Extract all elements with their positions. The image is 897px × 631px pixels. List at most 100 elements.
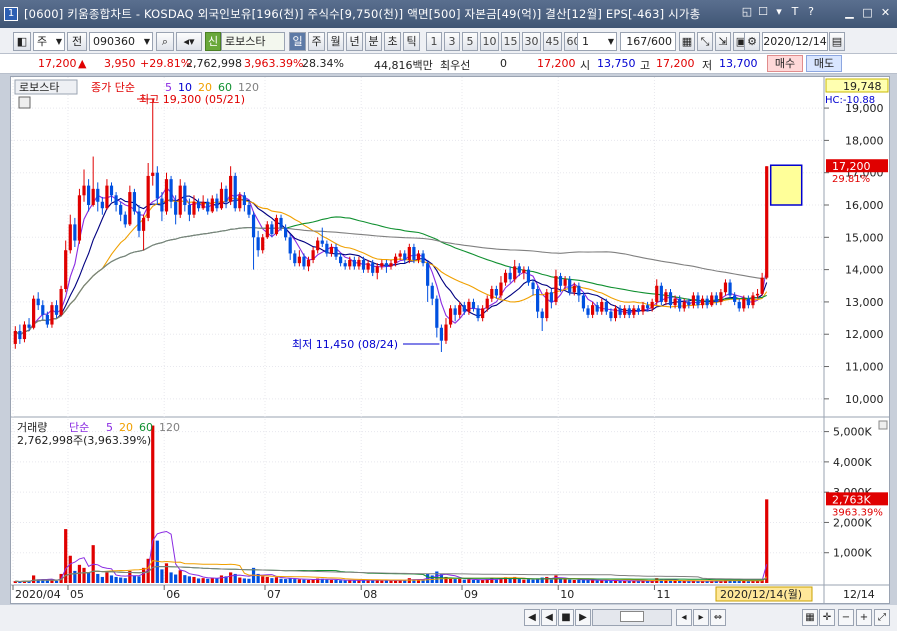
interval-btn-3[interactable]: 3: [444, 32, 460, 51]
candle-body: [306, 259, 311, 267]
prev-icon[interactable]: ◀: [541, 609, 557, 626]
zoom-out-icon[interactable]: −: [838, 609, 854, 626]
period-btn-5[interactable]: 초: [384, 32, 401, 51]
pin-icon[interactable]: ▾: [773, 5, 785, 19]
price-change: 3,950: [104, 57, 136, 70]
candle-body: [737, 301, 741, 309]
period-btn-3[interactable]: 년: [346, 32, 363, 51]
interval-btn-1[interactable]: 1: [426, 32, 442, 51]
minimize-icon[interactable]: ▁: [842, 5, 857, 20]
cursor-date: 2020/12/14(월): [720, 588, 802, 601]
candle-body: [325, 243, 329, 254]
interval-select[interactable]: 1 ▼: [577, 32, 617, 51]
settings-gear-icon[interactable]: ⚙: [744, 32, 760, 51]
fit-icon[interactable]: ⇔: [710, 609, 726, 626]
candle-body: [261, 237, 265, 251]
candle-body: [531, 282, 535, 289]
candle-body: [155, 172, 159, 199]
price-ma-label: 종가 단순: [91, 81, 135, 94]
period-btn-2[interactable]: 월: [327, 32, 344, 51]
candle-body: [201, 201, 205, 209]
candle-body: [114, 195, 118, 205]
candle-body: [513, 266, 517, 280]
close-icon[interactable]: ✕: [878, 5, 893, 20]
period-btn-4[interactable]: 분: [365, 32, 382, 51]
volume-ma-period-60: 60: [139, 421, 153, 434]
interval-btn-45[interactable]: 45: [543, 32, 562, 51]
volume-bar: [302, 579, 306, 583]
period-type-select[interactable]: 주 ▼: [33, 32, 65, 51]
date-field[interactable]: 2020/12/14: [762, 32, 828, 51]
zoom-icon[interactable]: ⇲: [715, 32, 731, 51]
maximize-icon[interactable]: □: [860, 5, 875, 20]
volume-bar: [119, 577, 123, 583]
scroll-left-icon[interactable]: ◂: [676, 609, 692, 626]
candle-body: [508, 272, 512, 280]
chart-area[interactable]: 19,000 18,000 17,000 16,000 15,000 14,000 13,0…: [10, 76, 890, 604]
search-icon[interactable]: ⌕: [156, 32, 174, 51]
crosshair-icon[interactable]: ✛: [819, 609, 835, 626]
candle-body: [426, 263, 430, 286]
volume-bar: [526, 579, 531, 583]
volume-bar: [476, 579, 480, 583]
volume-bar: [458, 579, 462, 583]
period-btn-6[interactable]: 틱: [403, 32, 420, 51]
font-icon[interactable]: T: [789, 5, 801, 19]
candle-body: [728, 282, 732, 296]
volume-bar: [45, 580, 49, 583]
candle-body: [279, 217, 283, 228]
stock-code-input[interactable]: 090360 ▼: [89, 32, 153, 51]
layout-icon[interactable]: ◱: [741, 5, 753, 19]
interval-btn-10[interactable]: 10: [480, 32, 499, 51]
period-type2-button[interactable]: 전: [67, 32, 87, 51]
price-axis-label: 12,000: [845, 328, 884, 341]
expand-icon[interactable]: ⤢: [874, 609, 890, 626]
menu-toggle-icon[interactable]: ◧: [13, 32, 31, 51]
volume-bar: [73, 570, 77, 583]
scroll-thumb[interactable]: [620, 611, 644, 622]
candle-body: [760, 277, 764, 294]
candle-body: [119, 205, 123, 215]
volume-ma-label: 단순: [69, 421, 89, 434]
candle-body: [765, 166, 769, 278]
candle-body: [416, 253, 421, 260]
selection-box[interactable]: [769, 164, 803, 206]
speaker-icon[interactable]: ◂▾: [176, 32, 202, 51]
sell-button[interactable]: 매도: [806, 55, 842, 72]
volume-bar: [586, 579, 590, 583]
candle-body: [242, 195, 246, 205]
volume-bar: [96, 573, 100, 583]
interval-select-value: 1: [582, 35, 589, 48]
scroll-right-icon[interactable]: ▸: [693, 609, 709, 626]
interval-btn-30[interactable]: 30: [522, 32, 541, 51]
current-pct-axis-label: 29.81%: [832, 174, 870, 185]
period-btn-1[interactable]: 주: [308, 32, 325, 51]
count-field[interactable]: 167/600: [620, 32, 676, 51]
candle-body: [696, 295, 700, 306]
rewind-icon[interactable]: ◀: [524, 609, 540, 626]
volume-panel-toggle-icon[interactable]: [878, 420, 888, 430]
period-btn-0[interactable]: 일: [289, 32, 306, 51]
zoom-in-icon[interactable]: +: [856, 609, 872, 626]
candle-body: [265, 224, 269, 238]
window-icon[interactable]: ☐: [757, 5, 769, 19]
open-price: 13,750: [597, 57, 636, 70]
candle-body: [595, 305, 599, 312]
help-icon[interactable]: ?: [805, 5, 817, 19]
stop-icon[interactable]: ■: [558, 609, 574, 626]
chart-canvas[interactable]: 19,00018,00017,00016,00015,00014,00013,0…: [11, 77, 889, 603]
grid-icon[interactable]: ▦: [679, 32, 695, 51]
chart-setup-icon[interactable]: ▦: [802, 609, 818, 626]
volume-bar: [343, 580, 347, 583]
candle-body: [471, 301, 476, 309]
scroll-slider[interactable]: [592, 609, 672, 626]
panel-grid-icon[interactable]: [18, 96, 31, 109]
trend-icon[interactable]: ⤡: [697, 32, 713, 51]
interval-btn-5[interactable]: 5: [462, 32, 478, 51]
interval-btn-15[interactable]: 15: [501, 32, 520, 51]
buy-button[interactable]: 매수: [767, 55, 803, 72]
volume-bar: [618, 580, 622, 583]
next-icon[interactable]: ▶: [575, 609, 591, 626]
candle-body: [710, 295, 714, 306]
calendar-icon[interactable]: ▤: [829, 32, 845, 51]
